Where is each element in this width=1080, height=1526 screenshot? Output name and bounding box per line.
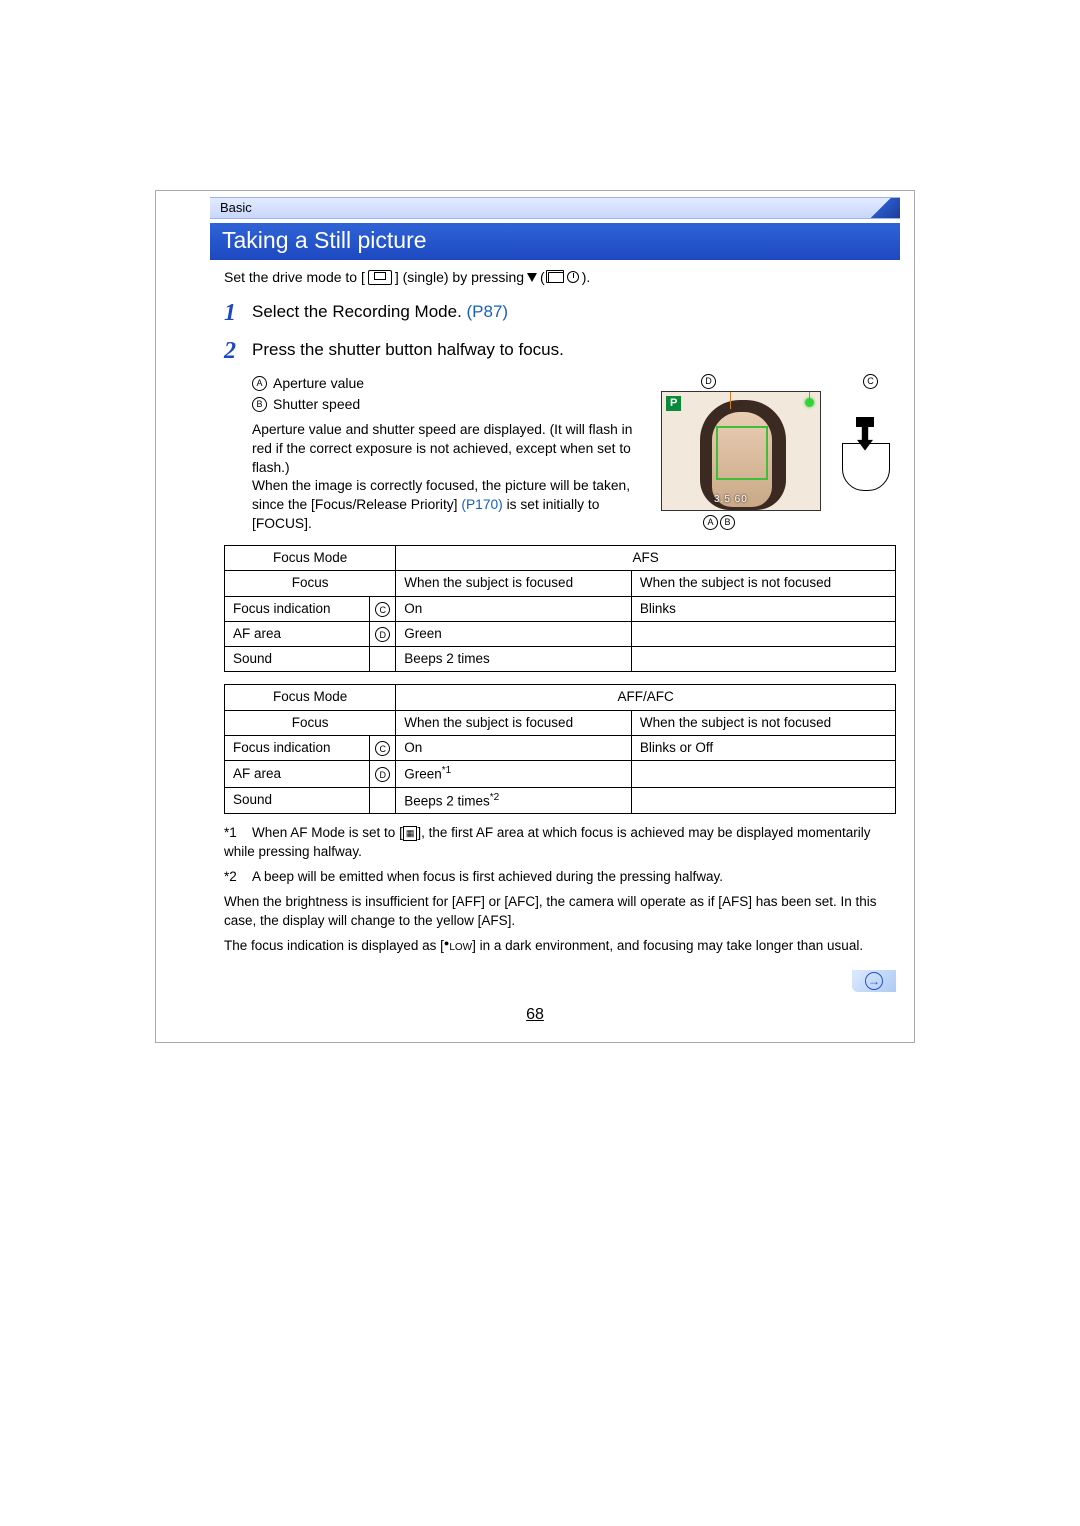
exposure-values: 3.5 60 [714,493,748,507]
shutter-press-illustration [838,417,898,491]
arrow-right-icon: → [865,972,883,990]
self-timer-icon [567,271,579,283]
manual-page: Basic Taking a Still picture Set the dri… [155,190,915,1043]
page-number: 68 [156,1000,914,1042]
figure-label-A: A [703,515,718,530]
figure-label-B: B [720,515,735,530]
table-row: Sound Beeps 2 times [225,647,896,672]
step-2: 2 Press the shutter button halfway to fo… [224,335,896,367]
af-frame [716,426,768,480]
table-row: Focus indication C On Blinks or Off [225,735,896,760]
page-reference-87[interactable]: (P87) [467,302,509,321]
single-shot-icon [368,270,392,285]
section-header: Basic [210,197,900,219]
table-row: AF area D Green*1 [225,760,896,787]
lcd-preview: P 3.5 60 [661,391,821,511]
af-area-mode-icon: ▦ [403,826,418,841]
section-label: Basic [220,200,252,215]
low-light-focus-icon: LOW [444,941,472,955]
label-b: B Shutter speed [252,395,647,414]
footnotes: *1When AF Mode is set to [▦], the first … [224,824,896,955]
figure-label-D: D [701,374,716,389]
illustration: D C P 3.5 60 [661,374,896,530]
table-row: Sound Beeps 2 times*2 [225,787,896,814]
page-title: Taking a Still picture [210,223,900,260]
table-row: AF area D Green [225,621,896,646]
label-a: A Aperture value [252,374,647,393]
burst-icon [548,272,564,283]
table-row: Focus indication C On Blinks [225,596,896,621]
step-1: 1 Select the Recording Mode. (P87) [224,297,896,329]
focus-table-aff-afc: Focus Mode AFF/AFC Focus When the subjec… [224,684,896,814]
down-triangle-icon [527,273,537,282]
focus-table-afs: Focus Mode AFS Focus When the subject is… [224,545,896,672]
mode-badge: P [666,396,681,411]
description-text: Aperture value and shutter speed are dis… [252,421,647,533]
figure-label-C: C [863,374,878,389]
drive-mode-instruction: Set the drive mode to [ ] (single) by pr… [224,268,896,287]
page-reference-170[interactable]: (P170) [461,497,502,512]
next-page-button[interactable]: → [852,970,896,992]
